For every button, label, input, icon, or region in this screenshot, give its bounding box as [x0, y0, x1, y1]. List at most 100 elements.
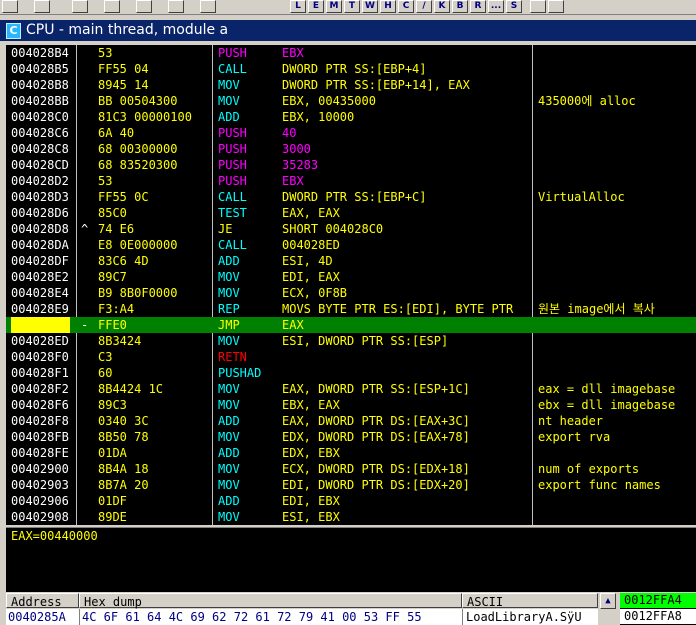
disasm-address: 004028FE: [11, 446, 69, 460]
disasm-row[interactable]: 004028F1 60 PUSHAD: [6, 365, 696, 381]
disasm-hex: 01DF: [98, 494, 127, 508]
disasm-row[interactable]: 004028E2 89C7 MOV EDI, EAX: [6, 269, 696, 285]
toolbar-button[interactable]: E: [308, 0, 324, 13]
disasm-mnemonic: TEST: [218, 206, 247, 220]
disasm-row[interactable]: 004028EB - FFE0 JMP EAX: [6, 317, 696, 333]
disasm-address: 004028F0: [11, 350, 69, 364]
dump-header-hex[interactable]: Hex dump: [79, 593, 462, 609]
disasm-address: 004028C8: [11, 142, 69, 156]
disasm-row[interactable]: 004028B8 8945 14 MOV DWORD PTR SS:[EBP+14],…: [6, 77, 696, 93]
disasm-row[interactable]: 004028D2 53 PUSH EBX: [6, 173, 696, 189]
toolbar-button[interactable]: /: [416, 0, 432, 13]
disasm-address: 004028BB: [11, 94, 69, 108]
disasm-address: 004028C6: [11, 126, 69, 140]
disasm-hex: 60: [98, 366, 113, 380]
disasm-row[interactable]: 004028F8 0340 3C ADD EAX, DWORD PTR DS:[EAX…: [6, 413, 696, 429]
dump-ascii: LoadLibraryA.SÿU: [466, 610, 582, 624]
toolbar-button[interactable]: M: [326, 0, 342, 13]
toolbar-button[interactable]: K: [434, 0, 450, 13]
disasm-address: 004028CD: [11, 158, 69, 172]
pause-icon[interactable]: [34, 0, 50, 13]
disasm-row[interactable]: 004028E9 F3:A4 REP MOVS BYTE PTR ES:[EDI], …: [6, 301, 696, 317]
toolbar-button[interactable]: S: [506, 0, 522, 13]
toolbar-button[interactable]: W: [362, 0, 378, 13]
disasm-mnemonic: JE: [218, 222, 233, 236]
trace-icon[interactable]: [136, 0, 152, 13]
disasm-address: 00402903: [11, 478, 69, 492]
disasm-row[interactable]: 004028C0 81C3 00000100 ADD EBX, 10000: [6, 109, 696, 125]
disasm-operand: ESI, 4D: [282, 254, 333, 268]
disasm-hex: 53: [98, 174, 113, 188]
disasm-row[interactable]: 004028DF 83C6 4D ADD ESI, 4D: [6, 253, 696, 269]
disasm-row[interactable]: 004028F2 8B4424 1C MOV EAX, DWORD PTR SS:[E…: [6, 381, 696, 397]
disasm-address: 004028B4: [11, 46, 69, 60]
toolbar-button[interactable]: R: [470, 0, 486, 13]
disasm-comment: eax = dll imagebase: [538, 382, 676, 396]
disasm-row[interactable]: 004028C8 68 00300000 PUSH 3000: [6, 141, 696, 157]
disasm-mnemonic: MOV: [218, 382, 240, 396]
dump-address: 0040285A: [8, 610, 66, 624]
disasm-address: 00402900: [11, 462, 69, 476]
disasm-operand: ECX, 0F8B: [282, 286, 348, 300]
dump-header-ascii[interactable]: ASCII: [462, 593, 598, 609]
disasm-row[interactable]: 004028F0 C3 RETN: [6, 349, 696, 365]
disasm-address: 004028EB: [11, 317, 70, 333]
disasm-mnemonic: MOV: [218, 78, 240, 92]
disasm-address: 004028ED: [11, 334, 69, 348]
disasm-row[interactable]: 00402900 8B4A 18 MOV ECX, DWORD PTR DS:[EDX…: [6, 461, 696, 477]
toolbar-button[interactable]: ...: [488, 0, 504, 13]
disasm-row[interactable]: 004028D3 FF55 0C CALL DWORD PTR SS:[EBP+C] V…: [6, 189, 696, 205]
disassembly-pane[interactable]: 004028B4 53 PUSH EBX 004028B5 FF55 04 CALL DWOR…: [6, 45, 696, 525]
disasm-row[interactable]: 00402908 89DE MOV ESI, EBX: [6, 509, 696, 525]
windows-icon[interactable]: [548, 0, 564, 13]
execute-till-return-icon[interactable]: [168, 0, 184, 13]
disasm-mnemonic: JMP: [218, 318, 240, 332]
dump-row[interactable]: 0040285A 4C 6F 61 64 4C 69 62 72 61 72 7…: [6, 609, 598, 625]
disasm-row[interactable]: 004028D8 ^ 74 E6 JE SHORT 004028C0: [6, 221, 696, 237]
open-icon[interactable]: [2, 0, 18, 13]
disasm-mnemonic: MOV: [218, 430, 240, 444]
disasm-operand: EBX, 00435000: [282, 94, 376, 108]
stack-top-entry[interactable]: 0012FFA4: [620, 593, 696, 608]
disasm-row[interactable]: 004028B4 53 PUSH EBX: [6, 45, 696, 61]
disasm-row[interactable]: 004028F6 89C3 MOV EBX, EAX ebx = dll imageba…: [6, 397, 696, 413]
disasm-row[interactable]: 00402906 01DF ADD EDI, EBX: [6, 493, 696, 509]
disasm-row[interactable]: 004028E4 B9 8B0F0000 MOV ECX, 0F8B: [6, 285, 696, 301]
toolbar-button[interactable]: L: [290, 0, 306, 13]
disasm-row[interactable]: 004028CD 68 83520300 PUSH 35283: [6, 157, 696, 173]
disasm-mnemonic: MOV: [218, 398, 240, 412]
disasm-row[interactable]: 004028D6 85C0 TEST EAX, EAX: [6, 205, 696, 221]
disasm-mnemonic: REP: [218, 302, 240, 316]
stack-entry[interactable]: 0012FFA8: [620, 609, 696, 624]
disasm-address: 004028C0: [11, 110, 69, 124]
disasm-row[interactable]: 004028FB 8B50 78 MOV EDX, DWORD PTR DS:[EAX…: [6, 429, 696, 445]
toolbar-button[interactable]: C: [398, 0, 414, 13]
disasm-operand: EDI, EAX: [282, 270, 340, 284]
stack-pane[interactable]: 0012FFA4 0012FFA8: [620, 593, 696, 625]
disasm-address: 00402906: [11, 494, 69, 508]
step-into-icon[interactable]: [72, 0, 88, 13]
disasm-row[interactable]: 004028C6 6A 40 PUSH 40: [6, 125, 696, 141]
disasm-row[interactable]: 004028DA E8 0E000000 CALL 004028ED: [6, 237, 696, 253]
dump-header-address[interactable]: Address: [6, 593, 79, 609]
toolbar-button[interactable]: T: [344, 0, 360, 13]
scroll-up-arrow-icon[interactable]: ▲: [600, 593, 616, 609]
disasm-mnemonic: MOV: [218, 462, 240, 476]
register-info: EAX=00440000: [11, 529, 98, 543]
goto-icon[interactable]: [200, 0, 216, 13]
disasm-operand: SHORT 004028C0: [282, 222, 384, 236]
toolbar-button[interactable]: H: [380, 0, 396, 13]
disasm-operand: 3000: [282, 142, 311, 156]
disasm-hex: C3: [98, 350, 113, 364]
disasm-row[interactable]: 004028FE 01DA ADD EDX, EBX: [6, 445, 696, 461]
disasm-row[interactable]: 004028ED 8B3424 MOV ESI, DWORD PTR SS:[ESP]: [6, 333, 696, 349]
disasm-address: 004028F1: [11, 366, 69, 380]
step-over-icon[interactable]: [104, 0, 120, 13]
menu-list-icon[interactable]: [530, 0, 546, 13]
disasm-address: 004028E2: [11, 270, 69, 284]
disasm-row[interactable]: 00402903 8B7A 20 MOV EDI, DWORD PTR DS:[EDX…: [6, 477, 696, 493]
info-pane[interactable]: EAX=00440000: [6, 527, 696, 592]
disasm-row[interactable]: 004028B5 FF55 04 CALL DWORD PTR SS:[EBP+4]: [6, 61, 696, 77]
disasm-row[interactable]: 004028BB BB 00504300 MOV EBX, 00435000 43500…: [6, 93, 696, 109]
toolbar-button[interactable]: B: [452, 0, 468, 13]
